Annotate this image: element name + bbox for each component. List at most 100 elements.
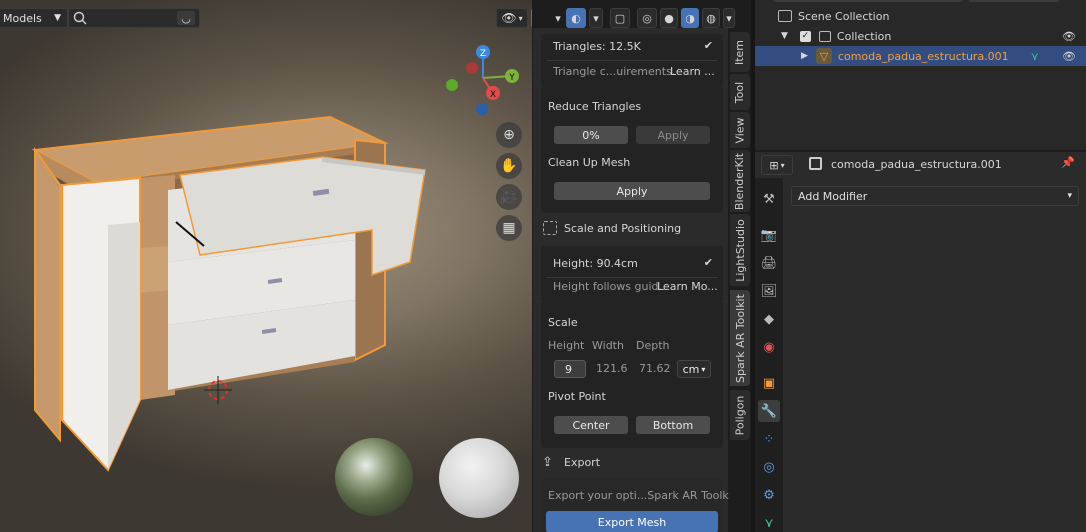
- sidebar-panel: Triangles: 12.5K ✔ Triangle c...uirement…: [533, 28, 740, 532]
- hdri-preview-sphere: [335, 438, 413, 516]
- particles-tab-icon[interactable]: ⁘: [758, 428, 780, 450]
- svg-text:Y: Y: [508, 73, 515, 83]
- triangles-learn-more-link[interactable]: Learn ...: [670, 65, 715, 78]
- tab-blenderkit[interactable]: BlenderKit: [730, 150, 750, 212]
- triangles-hint: Triangle c...uirements.: [553, 65, 676, 78]
- chevron-down-icon[interactable]: ▾: [723, 8, 735, 28]
- xray-toggle-button[interactable]: ▢: [610, 8, 630, 28]
- gizmo-toggle-button[interactable]: ⟲: [531, 8, 532, 28]
- overlay-icon: ◐: [571, 11, 581, 25]
- eye-icon[interactable]: 👁: [1062, 50, 1076, 63]
- properties-tabs: ⚒ 📷 🖨 🖼 ◆ ◉ ▣ 🔧 ⁘ ◎ ⚙ ⋎: [755, 178, 783, 532]
- tab-tool[interactable]: Tool: [730, 74, 750, 110]
- pin-icon[interactable]: 📌: [1061, 156, 1075, 169]
- zoom-icon[interactable]: ⊕: [496, 122, 522, 148]
- height-input[interactable]: 9: [554, 360, 586, 378]
- editor-type-dropdown[interactable]: ⊞ ▾: [761, 155, 793, 175]
- tab-view[interactable]: View: [730, 112, 750, 148]
- render-tab-icon[interactable]: 📷: [758, 224, 780, 246]
- pivot-center-button[interactable]: Center: [554, 416, 628, 434]
- export-mesh-button[interactable]: Export Mesh: [546, 511, 718, 532]
- rendered-shading-button[interactable]: ◍: [702, 8, 720, 28]
- wireframe-icon: ◎: [642, 11, 652, 25]
- export-hint: Export your opti...Spark AR Toolkit.: [548, 489, 740, 502]
- cleanup-apply-button[interactable]: Apply: [554, 182, 710, 200]
- tab-spark-ar-toolkit[interactable]: Spark AR Toolkit: [730, 290, 750, 386]
- triangles-card: Triangles: 12.5K ✔ Triangle c...uirement…: [541, 34, 723, 88]
- solid-icon: ●: [664, 11, 674, 25]
- rendered-icon: ◍: [706, 11, 716, 25]
- svg-text:X: X: [490, 90, 496, 100]
- chevron-down-icon[interactable]: ▾: [589, 8, 603, 28]
- triangles-count: Triangles: 12.5K: [553, 40, 641, 53]
- object-tab-icon[interactable]: ▣: [758, 372, 780, 394]
- outliner-row-object[interactable]: ▶ ▽ comoda_padua_estructura.001 ⋎ 👁: [755, 46, 1086, 66]
- scale-title: Scale: [548, 316, 578, 329]
- scale-section-title[interactable]: Scale and Positioning: [564, 222, 681, 235]
- mesh-object-icon: ▽: [815, 48, 832, 64]
- material-icon: ◑: [685, 11, 695, 25]
- visibility-overlay-button[interactable]: 👁 ▾: [496, 8, 528, 28]
- checkbox-icon[interactable]: ✓: [799, 30, 811, 42]
- expand-down-icon[interactable]: ▼: [781, 31, 788, 41]
- outliner-row-scene-collection[interactable]: Scene Collection: [755, 6, 1086, 26]
- collection-icon: [778, 10, 792, 22]
- tab-item[interactable]: Item: [730, 32, 750, 72]
- tool-tab-icon[interactable]: ⚒: [758, 188, 780, 210]
- height-value-label: Height: 90.4cm: [553, 257, 638, 270]
- scene-collection-label: Scene Collection: [798, 9, 890, 23]
- material-shading-button[interactable]: ◑: [681, 8, 699, 28]
- export-section-title[interactable]: Export: [564, 456, 600, 469]
- sidebar-tabs: Item Tool View BlenderKit LightStudio Sp…: [729, 28, 751, 532]
- view-layer-tab-icon[interactable]: 🖼: [758, 280, 780, 302]
- world-tab-icon[interactable]: ◉: [758, 336, 780, 358]
- add-modifier-label: Add Modifier: [798, 189, 868, 203]
- collection-label: Collection: [836, 29, 892, 43]
- expand-right-icon[interactable]: ▶: [801, 51, 808, 61]
- search-input[interactable]: ◡: [68, 8, 200, 28]
- filter-icon[interactable]: ◡: [177, 11, 195, 25]
- scale-col-height: Height: [548, 339, 585, 352]
- hand-pan-icon[interactable]: ✋: [496, 153, 522, 179]
- xray-icon: ▢: [614, 11, 626, 25]
- camera-view-icon[interactable]: 🎥: [496, 184, 522, 210]
- physics-tab-icon[interactable]: ◎: [758, 456, 780, 478]
- add-modifier-dropdown[interactable]: Add Modifier ▾: [791, 186, 1079, 206]
- unit-dropdown[interactable]: cm ▾: [677, 360, 711, 378]
- constraints-tab-icon[interactable]: ⚙: [758, 484, 780, 506]
- properties-object-name: comoda_padua_estructura.001: [831, 158, 1002, 171]
- modifier-tab-icon[interactable]: 🔧: [758, 400, 780, 422]
- mesh-data-icon: ⋎: [1030, 49, 1039, 63]
- scene-tab-icon[interactable]: ◆: [758, 308, 780, 330]
- data-tab-icon[interactable]: ⋎: [758, 512, 780, 532]
- reduce-apply-button[interactable]: Apply: [636, 126, 710, 144]
- eye-icon[interactable]: 👁: [1062, 30, 1076, 43]
- overlay-toggle-button[interactable]: ◐: [566, 8, 586, 28]
- eye-icon: 👁: [501, 11, 517, 25]
- 3d-viewport[interactable]: Models ▼ ◡ 👁▾ ⟲ Z Y X ⊕ ✋ 🎥 ▦: [0, 0, 532, 532]
- material-preview-sphere: [439, 438, 519, 518]
- tab-poligon[interactable]: Poligon: [730, 390, 750, 440]
- chevron-down-icon[interactable]: ▾: [553, 8, 563, 28]
- solid-shading-button[interactable]: ●: [660, 8, 678, 28]
- shading-header: ▾ ◐ ▾ ▢ ◎ ● ◑ ◍ ▾: [553, 8, 743, 28]
- search-icon: [73, 11, 87, 25]
- wireframe-shading-button[interactable]: ◎: [637, 8, 657, 28]
- reduce-percent-field[interactable]: 0%: [554, 126, 628, 144]
- check-icon: ✔: [703, 39, 713, 52]
- height-card: Height: 90.4cm ✔ Height follows guid... …: [541, 246, 723, 302]
- export-icon: ⇪: [542, 455, 553, 470]
- properties-icon: ⊞: [769, 158, 779, 172]
- outliner-row-collection[interactable]: ▼ ✓ Collection 👁: [755, 26, 1086, 46]
- navigation-gizmo[interactable]: Z Y X: [440, 40, 530, 120]
- properties-header: ⊞ ▾ comoda_padua_estructura.001 📌: [755, 152, 1086, 178]
- grid-ortho-icon[interactable]: ▦: [496, 215, 522, 241]
- object-icon: [809, 157, 822, 170]
- mode-dropdown[interactable]: Models ▼: [0, 8, 68, 28]
- height-learn-more-link[interactable]: Learn Mo...: [657, 280, 718, 293]
- width-value: 121.6: [596, 362, 628, 375]
- tab-lightstudio[interactable]: LightStudio: [730, 214, 750, 286]
- output-tab-icon[interactable]: 🖨: [758, 252, 780, 274]
- pivot-bottom-button[interactable]: Bottom: [636, 416, 710, 434]
- chevron-down-icon: ▾: [1067, 191, 1072, 201]
